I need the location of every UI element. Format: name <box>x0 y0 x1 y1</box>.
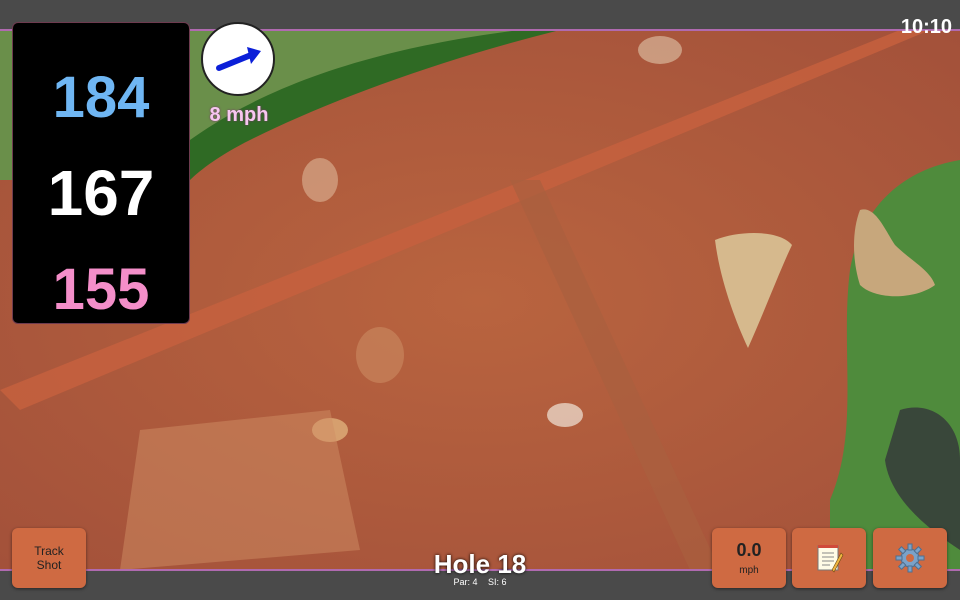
hole-par: Par: 4 <box>453 577 478 587</box>
distance-middle: 167 <box>47 157 155 229</box>
distance-panel: 184 167 155 <box>12 22 190 324</box>
clock: 10:10 <box>900 16 952 38</box>
hole-si: SI: 6 <box>488 577 507 587</box>
hole-info: Par: 4 SI: 6 <box>380 577 580 587</box>
notepad-icon <box>817 545 844 573</box>
track-shot-label-1: Track <box>34 544 64 558</box>
distance-front: 155 <box>52 257 150 322</box>
speed-unit: mph <box>739 565 759 576</box>
settings-button[interactable] <box>873 528 947 588</box>
arrow-icon <box>216 47 261 71</box>
distance-back: 184 <box>52 65 150 130</box>
wind-indicator <box>201 22 275 96</box>
speed-value: 0.0 <box>736 540 762 560</box>
wind-speed: 8 mph <box>209 104 269 126</box>
track-shot-label-2: Shot <box>36 558 62 572</box>
speed-button[interactable]: 0.0 mph <box>712 528 786 588</box>
hole-title: Hole 18 <box>433 549 527 579</box>
gear-icon <box>895 543 925 573</box>
notes-button[interactable] <box>792 528 866 588</box>
track-shot-button[interactable]: Track Shot <box>12 528 86 588</box>
